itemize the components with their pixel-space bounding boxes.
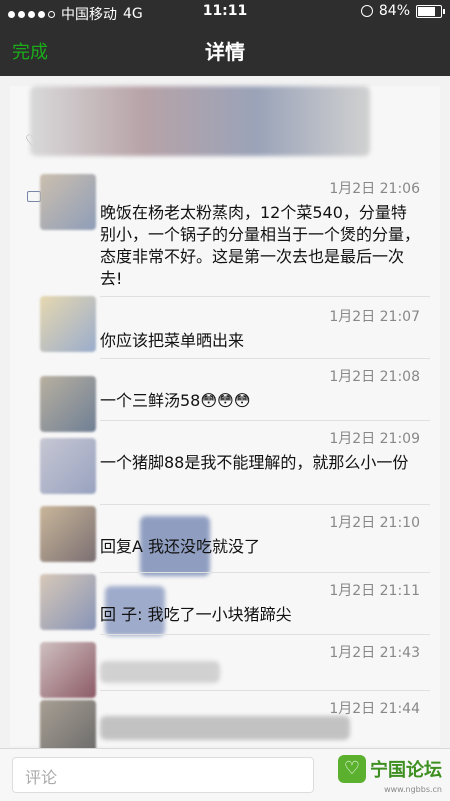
comment-bubble-icon: [27, 191, 41, 202]
orientation-lock-icon: [360, 5, 373, 17]
battery-percent: 84%: [378, 3, 410, 19]
comment-time: 1月2日 21:10: [329, 515, 420, 531]
navigation-bar: 完成 详情: [0, 24, 450, 76]
comment-time: 1月2日 21:09: [329, 431, 420, 447]
divider: [100, 690, 430, 691]
comment-time: 1月2日 21:07: [329, 309, 420, 325]
comment-time: 1月2日 21:44: [329, 701, 420, 717]
avatar[interactable]: [40, 376, 96, 432]
divider: [100, 358, 430, 359]
comment-text[interactable]: 晚饭在杨老太粉蒸肉，12个菜540，分量特别小，一个锅子的分量相当于一个煲的分量…: [100, 202, 420, 290]
comment-bar: 评论 ♡ 宁国论坛 www.ngbbs.cn: [0, 748, 450, 801]
comment-placeholder: 评论: [25, 768, 58, 787]
comment-time: 1月2日 21:06: [329, 181, 420, 197]
comment-time: 1月2日 21:11: [329, 583, 420, 599]
avatar[interactable]: [40, 296, 96, 352]
comment-text[interactable]: 你应该把菜单晒出来: [100, 330, 420, 352]
redacted-likes: [30, 86, 370, 156]
redacted-comment: [100, 661, 220, 683]
comment-time: 1月2日 21:08: [329, 369, 420, 385]
watermark-url: www.ngbbs.cn: [384, 785, 442, 794]
avatar[interactable]: [40, 574, 96, 630]
avatar[interactable]: [40, 642, 96, 698]
divider: [100, 296, 430, 297]
divider: [100, 572, 430, 573]
redacted-comment: [100, 716, 350, 740]
avatar[interactable]: [40, 700, 96, 748]
forum-logo-icon: ♡: [338, 755, 366, 783]
watermark: ♡ 宁国论坛: [338, 755, 442, 783]
comment-time: 1月2日 21:43: [329, 645, 420, 661]
comment-text[interactable]: 一个猪脚88是我不能理解的，就那么小一份: [100, 452, 420, 474]
detail-content[interactable]: ♡ 1月2日 21:06 晚饭在杨老太粉蒸肉，12个菜540，分量特别小，一个锅…: [0, 76, 450, 748]
battery-icon: [416, 4, 445, 18]
page-title: 详情: [205, 40, 245, 64]
avatar[interactable]: [40, 438, 96, 494]
divider: [100, 420, 430, 421]
comments-card: ♡ 1月2日 21:06 晚饭在杨老太粉蒸肉，12个菜540，分量特别小，一个锅…: [10, 86, 440, 748]
divider: [100, 634, 430, 635]
avatar[interactable]: [40, 174, 96, 230]
avatar[interactable]: [40, 506, 96, 562]
watermark-text: 宁国论坛: [370, 760, 442, 781]
divider: [100, 504, 430, 505]
comment-text[interactable]: 回 子: 我吃了一小块猪蹄尖: [100, 604, 420, 626]
status-bar: 中国移动 4G 11:11 84%: [0, 0, 450, 24]
comment-text[interactable]: 回复A 我还没吃就没了: [100, 536, 420, 558]
comment-text[interactable]: 一个三鲜汤58😳😳😳: [100, 390, 420, 412]
comment-input[interactable]: 评论: [12, 757, 314, 793]
